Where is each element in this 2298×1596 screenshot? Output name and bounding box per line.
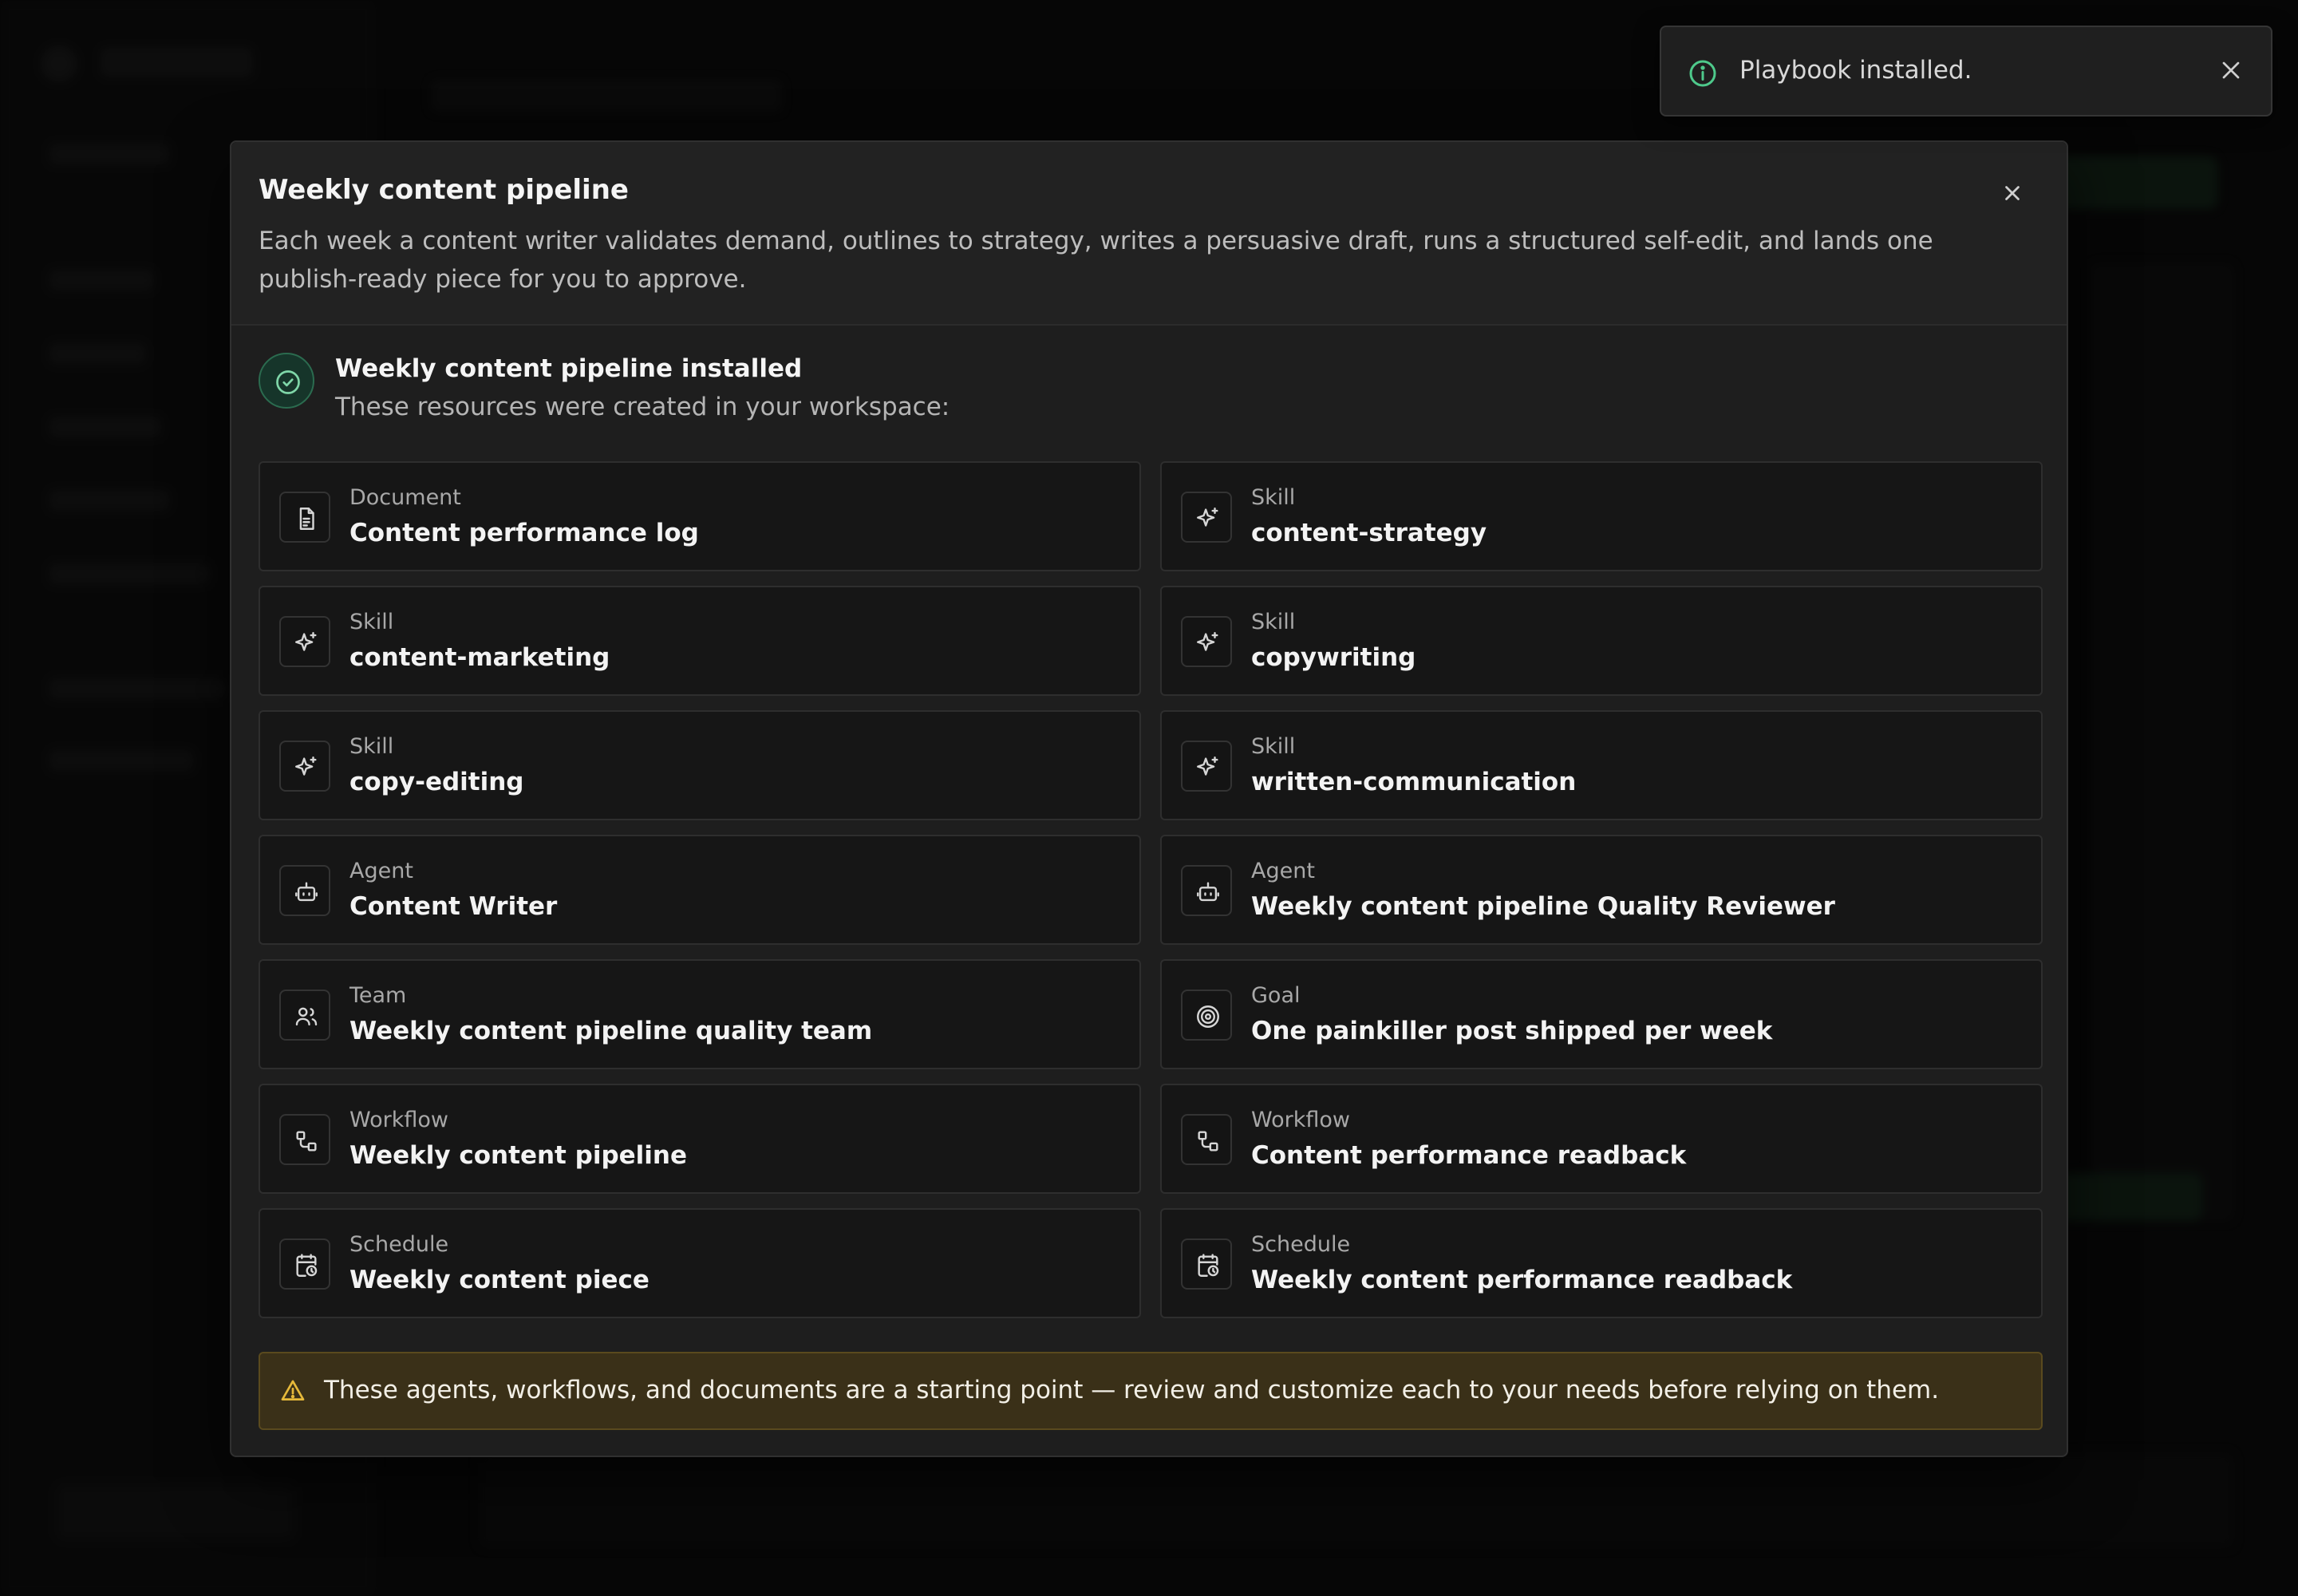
resource-grid: Document Content performance log Skill cont… — [259, 461, 2043, 1318]
resource-card[interactable]: Skill copy-editing — [259, 710, 1141, 820]
sparkle-icon — [1181, 616, 1232, 667]
resource-name: copywriting — [1251, 643, 1416, 672]
resource-type: Goal — [1251, 983, 1301, 1008]
warning-banner: These agents, workflows, and documents a… — [259, 1352, 2043, 1430]
resource-card[interactable]: Agent Content Writer — [259, 835, 1141, 945]
resource-type: Skill — [1251, 610, 1296, 634]
resource-type: Skill — [349, 734, 394, 759]
close-icon[interactable] — [1998, 179, 2027, 207]
resource-card[interactable]: Skill copywriting — [1160, 586, 2043, 696]
resource-type: Document — [349, 485, 461, 510]
bot-icon — [1181, 865, 1232, 916]
workflow-icon — [279, 1114, 330, 1165]
resource-type: Workflow — [349, 1108, 448, 1132]
resource-type: Agent — [349, 859, 413, 883]
resource-name: Weekly content pipeline quality team — [349, 1017, 873, 1045]
bot-icon — [279, 865, 330, 916]
installed-summary: Weekly content pipeline installed These … — [259, 353, 1455, 425]
playbook-installed-dialog: Weekly content pipeline Each week a cont… — [230, 140, 2068, 1457]
resource-name: Weekly content performance readback — [1251, 1266, 1793, 1294]
warning-icon — [281, 1380, 305, 1400]
sparkle-icon — [1181, 492, 1232, 543]
resource-card[interactable]: Workflow Weekly content pipeline — [259, 1084, 1141, 1194]
check-circle-icon — [259, 353, 314, 409]
info-icon — [1689, 60, 1716, 87]
installed-subtitle: These resources were created in your wor… — [335, 393, 950, 421]
resource-type: Skill — [1251, 734, 1296, 759]
resource-name: Content performance readback — [1251, 1141, 1687, 1170]
resource-name: Weekly content piece — [349, 1266, 650, 1294]
resource-type: Schedule — [349, 1232, 449, 1257]
document-icon — [279, 492, 330, 543]
warning-text: These agents, workflows, and documents a… — [324, 1376, 1940, 1404]
resource-type: Workflow — [1251, 1108, 1350, 1132]
resource-card[interactable]: Schedule Weekly content performance readb… — [1160, 1208, 2043, 1318]
resource-name: content-strategy — [1251, 519, 1487, 547]
resource-card[interactable]: Schedule Weekly content piece — [259, 1208, 1141, 1318]
resource-card[interactable]: Skill content-marketing — [259, 586, 1141, 696]
sparkle-icon — [1181, 741, 1232, 792]
resource-card[interactable]: Team Weekly content pipeline quality team — [259, 959, 1141, 1069]
dialog-title: Weekly content pipeline — [259, 174, 629, 206]
resource-card[interactable]: Agent Weekly content pipeline Quality Rev… — [1160, 835, 2043, 945]
resource-card[interactable]: Skill written-communication — [1160, 710, 2043, 820]
resource-name: copy-editing — [349, 768, 524, 796]
toast-message: Playbook installed. — [1739, 56, 1972, 85]
calendar-clock-icon — [1181, 1238, 1232, 1290]
target-icon — [1181, 990, 1232, 1041]
resource-card[interactable]: Workflow Content performance readback — [1160, 1084, 2043, 1194]
resource-name: content-marketing — [349, 643, 610, 672]
resource-card[interactable]: Skill content-strategy — [1160, 461, 2043, 571]
resource-name: Weekly content pipeline Quality Reviewer — [1251, 892, 1835, 921]
dialog-header: Weekly content pipeline Each week a cont… — [231, 142, 2067, 326]
installed-title: Weekly content pipeline installed — [335, 354, 803, 383]
calendar-clock-icon — [279, 1238, 330, 1290]
resource-type: Skill — [349, 610, 394, 634]
resource-name: Content performance log — [349, 519, 699, 547]
resource-type: Agent — [1251, 859, 1315, 883]
users-icon — [279, 990, 330, 1041]
resource-name: Content Writer — [349, 892, 558, 921]
resource-card[interactable]: Goal One painkiller post shipped per week — [1160, 959, 2043, 1069]
resource-type: Team — [349, 983, 407, 1008]
sparkle-icon — [279, 741, 330, 792]
toast-notification: Playbook installed. — [1660, 26, 2272, 117]
resource-name: Weekly content pipeline — [349, 1141, 688, 1170]
resource-name: One painkiller post shipped per week — [1251, 1017, 1773, 1045]
sparkle-icon — [279, 616, 330, 667]
resource-name: written-communication — [1251, 768, 1577, 796]
resource-type: Schedule — [1251, 1232, 1351, 1257]
close-icon[interactable] — [2217, 56, 2245, 85]
dialog-description: Each week a content writer validates dem… — [259, 227, 1933, 294]
resource-card[interactable]: Document Content performance log — [259, 461, 1141, 571]
workflow-icon — [1181, 1114, 1232, 1165]
resource-type: Skill — [1251, 485, 1296, 510]
